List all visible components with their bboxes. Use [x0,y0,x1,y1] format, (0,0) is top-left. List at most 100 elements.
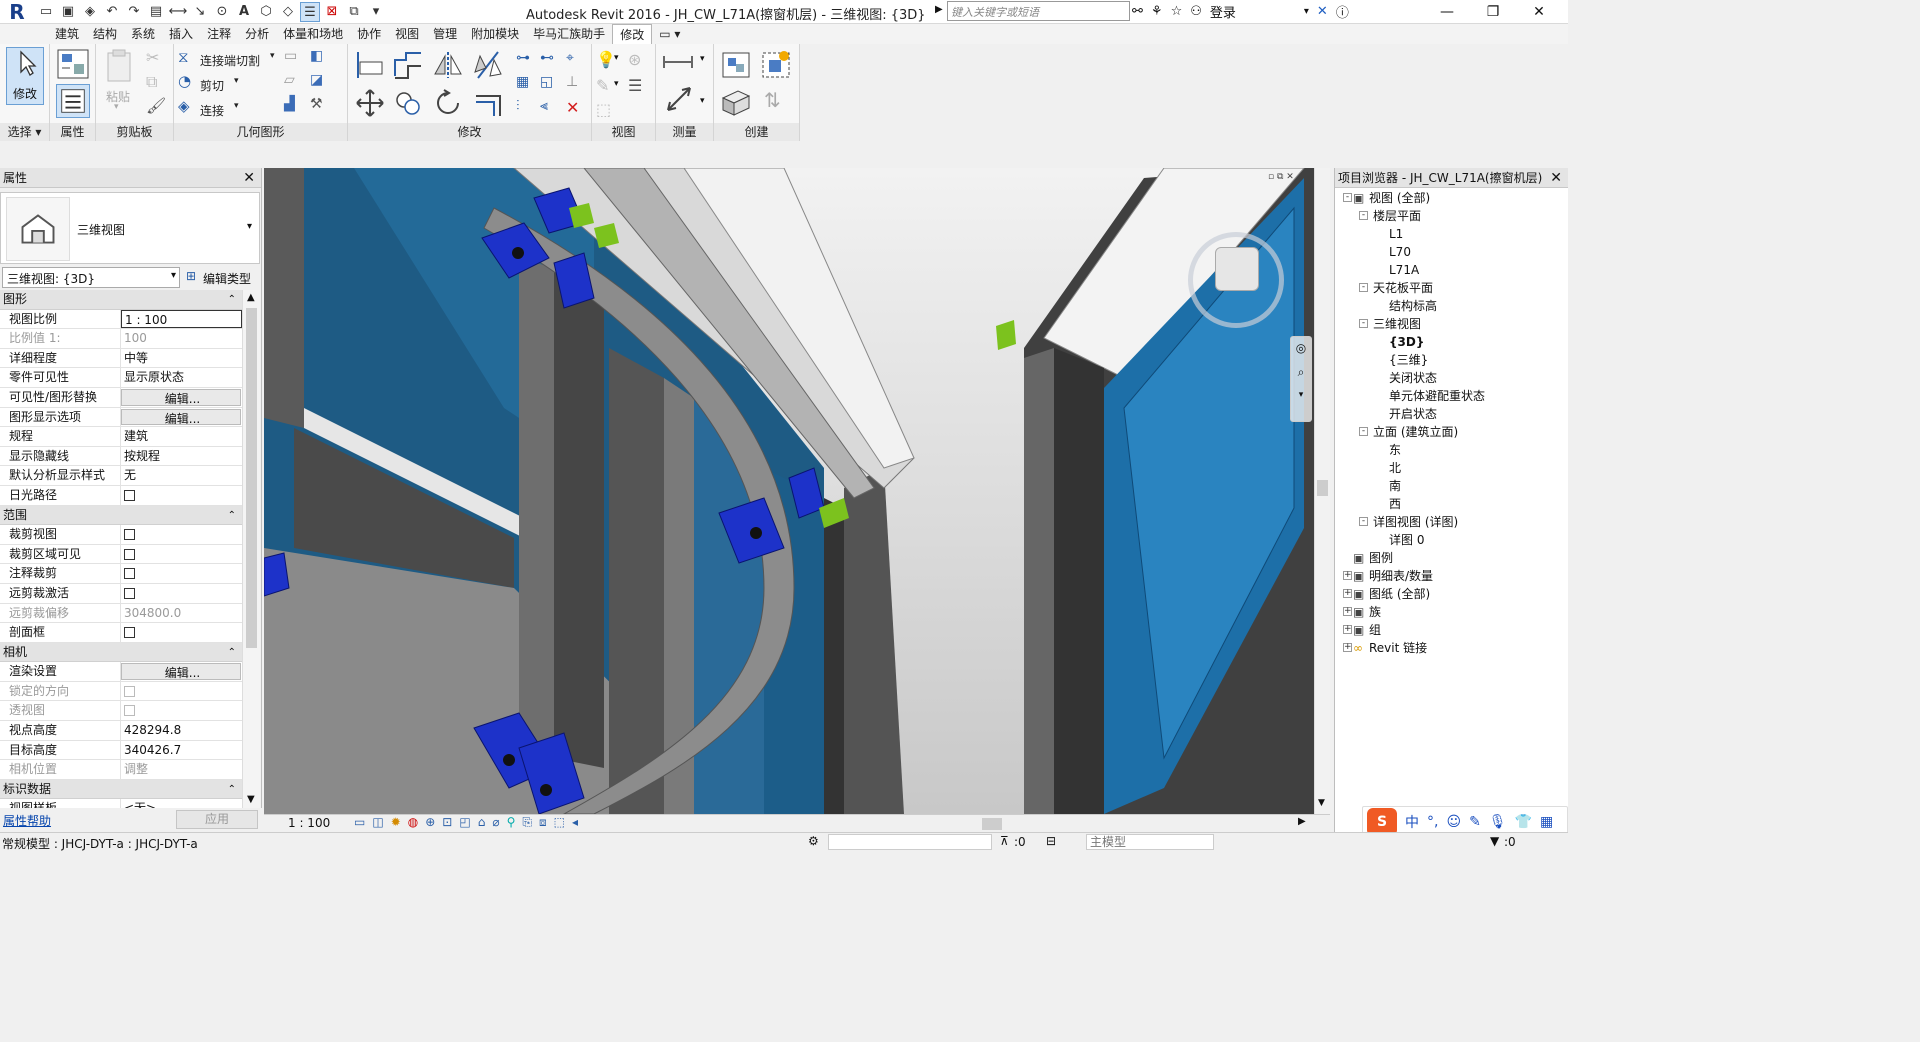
dimension-aligned-icon[interactable] [664,84,694,114]
move-icon[interactable] [354,88,386,118]
browser-node[interactable]: L71A [1335,261,1569,279]
browser-node[interactable]: + ▣ 族 [1335,603,1569,621]
h-scrollbar[interactable]: ▶ [678,816,1306,830]
expand-icon[interactable]: + [1343,643,1352,652]
ribbon-tab-6[interactable]: 体量和场地 [276,24,350,44]
scroll-up-icon[interactable]: ▲ [247,292,255,303]
copy-icon[interactable]: ⧉ [146,72,170,96]
browser-node[interactable]: + ▣ 组 [1335,621,1569,639]
viewport-restore-icon[interactable]: ▫ ⧉ ✕ [1268,172,1294,182]
property-value[interactable]: 显示原状态 [121,368,242,387]
collapse-icon[interactable]: - [1359,319,1368,328]
scroll-down-icon[interactable]: ▼ [247,794,255,805]
ribbon-tab-12[interactable]: 修改 [612,24,653,44]
trim-extend-icon[interactable] [472,88,504,118]
close-hidden-icon[interactable]: ⊠ [322,2,342,22]
browser-node[interactable]: 详图 0 [1335,531,1569,549]
paint-icon[interactable]: ◪ [310,72,334,96]
worksharing-icon[interactable]: ⎘ [522,815,532,830]
pen-icon[interactable]: ✎ [1469,814,1481,830]
properties-help-link[interactable]: 属性帮助 [3,812,51,829]
shirt-icon[interactable]: 👕 [1515,814,1532,830]
split-multiple-icon[interactable]: ⫶ [516,98,540,122]
property-group[interactable]: 相机 ⌃ [0,642,242,663]
properties-close-icon[interactable]: ✕ [243,168,255,188]
mirror-draw-icon[interactable] [472,50,504,80]
sync-icon[interactable]: ◈ [80,2,100,22]
create-group-icon[interactable] [760,50,792,80]
minimize-button[interactable]: — [1424,0,1470,24]
hammer-icon[interactable]: ⚒ [310,96,334,120]
close-button[interactable]: ✕ [1516,0,1562,24]
scale-icon[interactable]: ◱ [540,74,564,98]
browser-node[interactable]: 西 [1335,495,1569,513]
ribbon-tab-5[interactable]: 分析 [238,24,276,44]
crop-view-icon[interactable]: ⊡ [442,815,452,830]
steering-wheel-icon[interactable]: ◎ [1291,341,1311,355]
browser-node[interactable]: 北 [1335,459,1569,477]
remove-paint-icon[interactable]: ▟ [284,96,308,120]
browser-node[interactable]: {三维} [1335,351,1569,369]
collapse-icon[interactable]: - [1343,193,1352,202]
ime-language[interactable]: 中 [1405,812,1419,832]
property-group[interactable]: 标识数据 ⌃ [0,779,242,800]
wall-joins-icon[interactable]: ▭ [284,48,308,72]
h-scroll-thumb[interactable] [982,818,1002,830]
browser-node[interactable]: L70 [1335,243,1569,261]
property-value[interactable]: 无 [121,466,242,485]
browser-node[interactable]: 东 [1335,441,1569,459]
ribbon-tab-4[interactable]: 注释 [200,24,238,44]
split-element-icon[interactable]: ⊶ [516,50,540,74]
properties-icon[interactable] [56,84,90,118]
split-gap-icon[interactable]: ⊷ [540,50,564,74]
browser-node[interactable]: 开启状态 [1335,405,1569,423]
expand-icon[interactable]: + [1343,571,1352,580]
edit-type-button[interactable]: 编辑类型 [203,270,251,287]
shadows-icon[interactable]: ◍ [408,815,418,830]
temporary-hide-icon[interactable]: ⌀ [492,815,499,830]
view-cube[interactable] [1188,232,1284,328]
create-assembly-icon[interactable] [720,50,752,80]
scroll-thumb[interactable] [246,308,257,648]
panel-label-select[interactable]: 选择 ▾ [0,123,49,141]
cut-geometry-icon[interactable]: ◔ [178,72,202,96]
expand-icon[interactable]: + [1343,607,1352,616]
trim-multiple-icon[interactable]: ⫷ [540,98,564,122]
expand-icon[interactable]: + [1343,625,1352,634]
property-value[interactable]: 428294.8 [121,721,242,740]
create-similar-icon[interactable]: ⇅ [764,88,788,112]
microphone-icon[interactable]: 🎙 [1489,814,1507,830]
modify-button[interactable]: 修改 [6,47,44,105]
property-value[interactable]: 编辑... [121,663,241,680]
browser-node[interactable]: - 详图视图 (详图) [1335,513,1569,531]
join-icon[interactable]: ◈ [178,97,202,121]
rotate-icon[interactable] [432,88,464,118]
3d-viewport[interactable]: ▫ ⧉ ✕ ◎ ⌕ ▾ [264,168,1314,814]
revit-logo-icon[interactable]: R [2,0,32,24]
browser-node[interactable]: 关闭状态 [1335,369,1569,387]
rendering-icon[interactable]: ⊕ [425,815,435,830]
favorites-icon[interactable]: ☆ [1171,4,1183,19]
reveal-hidden-icon[interactable]: ⚲ [507,815,516,830]
grid-icon[interactable]: ▦ [1540,814,1553,830]
nav-dropdown-icon[interactable]: ▾ [1291,390,1311,400]
apply-button[interactable]: 应用 [176,810,258,829]
3d-view-icon[interactable]: ⬡ [256,2,276,22]
sun-path-icon[interactable]: ✹ [391,815,401,830]
type-dropdown-icon[interactable]: ▾ [247,221,252,232]
property-checkbox[interactable] [124,489,135,501]
ribbon-tab-3[interactable]: 插入 [162,24,200,44]
edit-type-icon[interactable]: ⊞ [186,269,196,283]
tag-icon[interactable]: ⊙ [212,2,232,22]
ribbon-tab-1[interactable]: 结构 [86,24,124,44]
unpin-icon[interactable]: ⌖ [566,50,590,74]
zoom-icon[interactable]: ⌕ [1291,365,1311,380]
open-icon[interactable]: ▭ [36,2,56,22]
thin-lines-icon[interactable]: ☰ [300,2,320,22]
exchange-icon[interactable]: ✕ [1317,4,1328,19]
lock-3d-icon[interactable]: ⌂ [478,815,486,830]
ribbon-tab-10[interactable]: 附加模块 [464,24,526,44]
property-value[interactable] [121,584,242,603]
property-value[interactable] [121,486,242,505]
collapse-icon[interactable]: ⌃ [228,780,236,799]
